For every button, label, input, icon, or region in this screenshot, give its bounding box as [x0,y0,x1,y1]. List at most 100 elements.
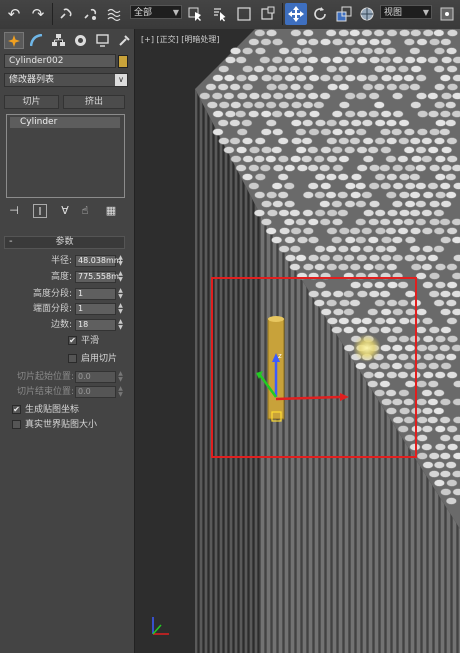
cylinder-cap [404,290,416,298]
cylinder-cap [433,479,445,487]
cylinder-cap [451,308,460,316]
cylinder-cap [278,101,290,109]
object-name-field[interactable]: Cylinder002 [4,54,116,68]
remove-modifier-icon[interactable]: ☝ [78,204,92,218]
window-crossing-icon[interactable] [257,3,279,25]
cylinder-cap [320,308,332,316]
selection-filter-dropdown[interactable]: 全部 ▼ [130,5,182,19]
slice-from-spinner[interactable]: ▲ ▼ [117,371,124,383]
cylinder-cap [362,245,374,253]
smooth-checkbox[interactable]: ✔ [68,336,77,345]
stack-item-cylinder[interactable]: Cylinder [10,117,120,128]
cylinder-cap [439,182,451,190]
cylinder-cap [374,119,386,127]
cap-segments-input[interactable]: 1 [75,303,116,315]
cylinder-cap [308,236,319,244]
cylinder-cap [391,326,403,334]
cylinder-cap [439,416,451,424]
object-color-swatch[interactable] [118,55,128,68]
radius-spinner[interactable]: ▲ ▼ [117,255,124,267]
pin-stack-icon[interactable]: ⊣ [7,204,21,218]
motion-tab-icon[interactable] [70,32,90,49]
utilities-tab-icon[interactable] [114,32,134,49]
slice-on-checkbox[interactable] [68,354,77,363]
undo-icon[interactable]: ↶ [3,3,25,25]
radius-input[interactable]: 48.038mm [75,255,122,267]
make-unique-icon[interactable]: ∀ [58,204,72,218]
cylinder-cap [380,254,392,262]
sides-input[interactable]: 18 [75,319,116,331]
cylinder-cap [325,191,337,199]
cylinder-cap [361,227,373,235]
cylinder-cap [337,173,349,181]
view-dropdown[interactable]: 视图 ▼ [380,5,432,19]
scale-icon[interactable] [333,3,355,25]
slice-to-spinner[interactable]: ▲ ▼ [117,386,124,398]
height-input[interactable]: 775.558m [75,271,119,283]
cylinder-cap [409,137,421,145]
cylinder-cap [332,308,344,316]
sides-spinner[interactable]: ▲ ▼ [117,319,124,331]
parameters-rollout-header[interactable]: - 参数 [4,236,125,249]
cylinder-cap [309,110,320,118]
cylinder-cap [297,236,309,244]
viewport-label[interactable]: [+] [正交] [明暗处理] [141,34,220,45]
cylinder-cap [307,38,319,46]
select-by-name-icon[interactable] [209,3,231,25]
cylinder-cap [315,119,326,127]
height-segments-spinner[interactable]: ▲ ▼ [117,288,124,300]
cylinder-cap [355,218,367,226]
cylinder-cap [272,164,284,172]
modify-tab-icon[interactable] [26,32,46,49]
hierarchy-tab-icon[interactable] [48,32,68,49]
cylinder-cap [301,155,313,163]
cylinder-cap [314,173,326,181]
pivot-icon[interactable] [436,3,458,25]
cylinder-cap [385,65,397,73]
cylinder-cap [427,344,439,352]
cylinder-cap [350,281,362,289]
height-spinner[interactable]: ▲ ▼ [117,271,124,283]
command-panel: Cylinder002 修改器列表 ∨ 切片 挤出 Cylinder ⊣ I ∀… [0,29,135,653]
unlink-icon[interactable] [79,3,101,25]
redo-icon[interactable]: ↷ [27,3,49,25]
extrude-button[interactable]: 挤出 [63,95,125,109]
cap-segments-spinner[interactable]: ▲ ▼ [117,303,124,315]
height-segments-input[interactable]: 1 [75,288,116,300]
cylinder-cap [439,218,451,226]
cylinder-cap [399,29,411,37]
cylinder-cap [441,146,453,154]
cylinder-cap [439,434,451,442]
display-tab-icon[interactable] [92,32,112,49]
modifier-list-dropdown[interactable]: 修改器列表 ∨ [4,73,128,87]
link-icon[interactable] [55,3,77,25]
create-tab-icon[interactable] [4,32,24,49]
rotate-icon[interactable] [309,3,331,25]
real-world-checkbox[interactable] [12,420,21,429]
configure-sets-icon[interactable]: ▦ [104,204,118,218]
cylinder-cap [422,29,434,37]
cylinder-cap [302,209,314,217]
cylinder-cap [421,425,433,433]
cylinder-cap [351,173,362,181]
chevron-down-icon: ▼ [172,8,179,17]
slice-button[interactable]: 切片 [4,95,59,109]
cylinder-cap [416,344,428,352]
gen-mapping-checkbox[interactable]: ✔ [12,405,21,414]
cylinder-cap [451,272,460,280]
select-icon[interactable] [185,3,207,25]
ref-coord-icon[interactable] [356,3,378,25]
cylinder-cap [374,137,386,145]
rect-region-icon[interactable] [233,3,255,25]
cylinder-cap [416,434,428,442]
slice-to-input[interactable]: 0.0 [75,386,116,398]
cylinder-cap [452,470,460,478]
viewport-perspective[interactable]: z [+] [正交] [明暗处理] [135,29,460,653]
move-icon[interactable] [285,3,307,25]
show-end-result-icon[interactable]: I [33,204,47,218]
cylinder-cap [381,74,392,82]
bind-spacewarp-icon[interactable] [103,3,125,25]
slice-from-input[interactable]: 0.0 [75,371,116,383]
cylinder-cap [415,74,427,82]
cylinder-cap [248,110,260,118]
